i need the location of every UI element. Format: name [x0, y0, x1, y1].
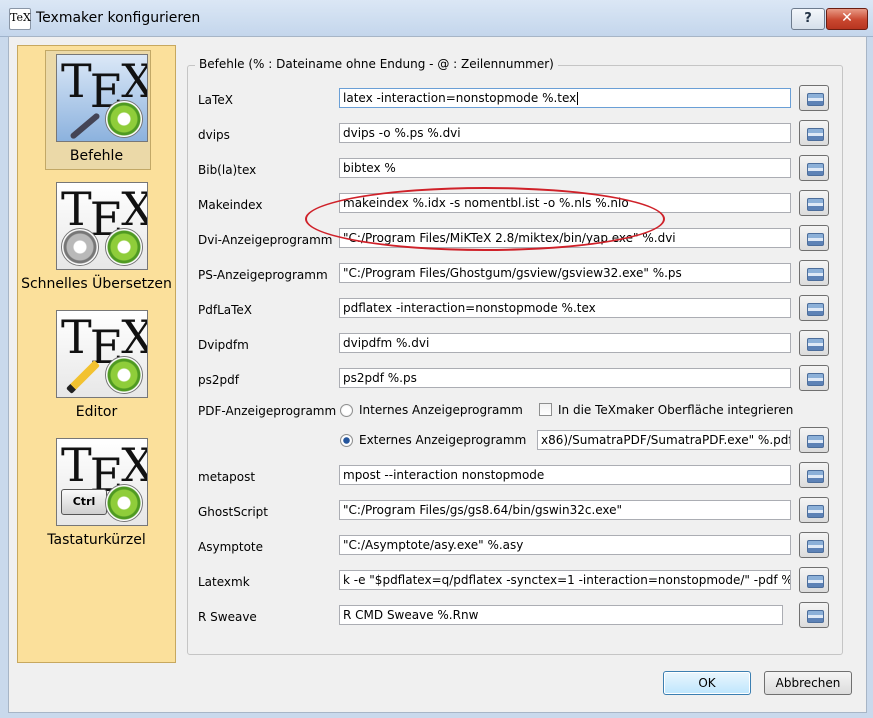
save-disk-icon: [807, 93, 824, 106]
asymptote-browse-button[interactable]: [799, 532, 829, 558]
dvips-label: dvips: [198, 128, 230, 142]
dialog-body: TEX Befehle TEX Schnelles Übersetzen TEX…: [8, 36, 867, 713]
save-disk-icon: [807, 233, 824, 246]
cancel-button[interactable]: Abbrechen: [764, 671, 852, 695]
gear-icon: [105, 484, 143, 522]
ps2pdf-command-input[interactable]: ps2pdf %.ps: [339, 368, 791, 388]
save-disk-icon: [807, 470, 824, 483]
save-disk-icon: [807, 338, 824, 351]
category-sidebar: TEX Befehle TEX Schnelles Übersetzen TEX…: [17, 45, 176, 663]
ghostscript-label: GhostScript: [198, 505, 269, 519]
save-disk-icon: [807, 540, 824, 553]
sidebar-item-label: Editor: [75, 404, 118, 420]
ctrl-key-icon: Ctrl: [61, 489, 107, 515]
metapost-command-input[interactable]: mpost --interaction nonstopmode: [339, 465, 791, 485]
external-viewer-radio[interactable]: [340, 434, 353, 447]
latex-label: LaTeX: [198, 93, 233, 107]
commands-group: [187, 65, 843, 655]
dvipdfm-command-input[interactable]: dvipdfm %.dvi: [339, 333, 791, 353]
help-button[interactable]: ?: [791, 8, 825, 30]
save-disk-icon: [807, 505, 824, 518]
internal-viewer-label[interactable]: Internes Anzeigeprogramm: [359, 403, 523, 417]
sidebar-item-label: Tastaturkürzel: [47, 532, 146, 548]
tex-commands-icon: TEX: [56, 54, 148, 142]
external-viewer-label[interactable]: Externes Anzeigeprogramm: [359, 433, 526, 447]
sidebar-item-befehle[interactable]: TEX Befehle: [18, 48, 175, 172]
bibtex-label: Bib(la)tex: [198, 163, 257, 177]
red-highlight-ellipse: [305, 187, 665, 251]
sidebar-item-editor[interactable]: TEX Editor: [18, 304, 175, 428]
bibtex-command-input[interactable]: bibtex %: [339, 158, 791, 178]
metapost-label: metapost: [198, 470, 256, 484]
dvips-browse-button[interactable]: [799, 120, 829, 146]
external-viewer-command-input[interactable]: x86)/SumatraPDF/SumatraPDF.exe" %.pdf: [537, 430, 791, 450]
latexmk-command-input[interactable]: k -e "$pdflatex=q/pdflatex -synctex=1 -i…: [339, 570, 791, 590]
ps-viewer-command-input[interactable]: "C:/Program Files/Ghostgum/gsview/gsview…: [339, 263, 791, 283]
ps2pdf-label: ps2pdf: [198, 373, 239, 387]
external-viewer-browse-button[interactable]: [799, 427, 829, 453]
gear-icon: [105, 228, 143, 266]
window-title: Texmaker konfigurieren: [36, 10, 201, 26]
asymptote-label: Asymptote: [198, 540, 264, 554]
close-button[interactable]: ✕: [826, 8, 868, 30]
makeindex-browse-button[interactable]: [799, 190, 829, 216]
sidebar-item-label: Schnelles Übersetzen: [21, 276, 172, 292]
tex-shortcuts-icon: TEX Ctrl: [56, 438, 148, 526]
pdf-viewer-label: PDF-Anzeigeprogramm: [198, 404, 337, 418]
pencil-icon: [66, 360, 100, 394]
ghostscript-browse-button[interactable]: [799, 497, 829, 523]
sidebar-item-label: Befehle: [69, 148, 124, 164]
bibtex-browse-button[interactable]: [799, 155, 829, 181]
grey-gear-icon: [61, 228, 99, 266]
ghostscript-command-input[interactable]: "C:/Program Files/gs/gs8.64/bin/gswin32c…: [339, 500, 791, 520]
save-disk-icon: [807, 128, 824, 141]
dvipdfm-browse-button[interactable]: [799, 330, 829, 356]
pdflatex-browse-button[interactable]: [799, 295, 829, 321]
save-disk-icon: [807, 163, 824, 176]
dvi-viewer-browse-button[interactable]: [799, 225, 829, 251]
ok-button[interactable]: OK: [663, 671, 751, 695]
save-disk-icon: [807, 198, 824, 211]
save-disk-icon: [807, 610, 824, 623]
pdflatex-label: PdfLaTeX: [198, 303, 253, 317]
save-disk-icon: [807, 435, 824, 448]
sidebar-item-tastaturkuerzel[interactable]: TEX Ctrl Tastaturkürzel: [18, 432, 175, 556]
gear-icon: [105, 100, 143, 138]
texmaker-app-icon: TeX: [9, 8, 31, 30]
rsweave-label: R Sweave: [198, 610, 257, 624]
save-disk-icon: [807, 575, 824, 588]
embed-viewer-label[interactable]: In die TeXmaker Oberfläche integrieren: [558, 403, 793, 417]
asymptote-command-input[interactable]: "C:/Asymptote/asy.exe" %.asy: [339, 535, 791, 555]
internal-viewer-radio[interactable]: [340, 404, 353, 417]
latexmk-browse-button[interactable]: [799, 567, 829, 593]
tex-quick-build-icon: TEX: [56, 182, 148, 270]
commands-group-title: Befehle (% : Dateiname ohne Endung - @ :…: [195, 57, 558, 71]
title-bar: TeX Texmaker konfigurieren ? ✕: [0, 0, 873, 37]
rsweave-command-input[interactable]: R CMD Sweave %.Rnw: [339, 605, 783, 625]
metapost-browse-button[interactable]: [799, 462, 829, 488]
latex-browse-button[interactable]: [799, 85, 829, 111]
rsweave-browse-button[interactable]: [799, 602, 829, 628]
save-disk-icon: [807, 373, 824, 386]
latexmk-label: Latexmk: [198, 575, 250, 589]
save-disk-icon: [807, 268, 824, 281]
tex-editor-icon: TEX: [56, 310, 148, 398]
embed-viewer-checkbox[interactable]: [539, 403, 552, 416]
makeindex-label: Makeindex: [198, 198, 263, 212]
dvipdfm-label: Dvipdfm: [198, 338, 249, 352]
latex-command-input[interactable]: latex -interaction=nonstopmode %.tex: [339, 88, 791, 108]
wrench-icon: [69, 112, 101, 140]
sidebar-item-schnelles-uebersetzen[interactable]: TEX Schnelles Übersetzen: [18, 176, 175, 300]
dvi-viewer-label: Dvi-Anzeigeprogramm: [198, 233, 333, 247]
pdflatex-command-input[interactable]: pdflatex -interaction=nonstopmode %.tex: [339, 298, 791, 318]
gear-icon: [105, 356, 143, 394]
ps2pdf-browse-button[interactable]: [799, 365, 829, 391]
ps-viewer-label: PS-Anzeigeprogramm: [198, 268, 328, 282]
save-disk-icon: [807, 303, 824, 316]
ps-viewer-browse-button[interactable]: [799, 260, 829, 286]
dvips-command-input[interactable]: dvips -o %.ps %.dvi: [339, 123, 791, 143]
